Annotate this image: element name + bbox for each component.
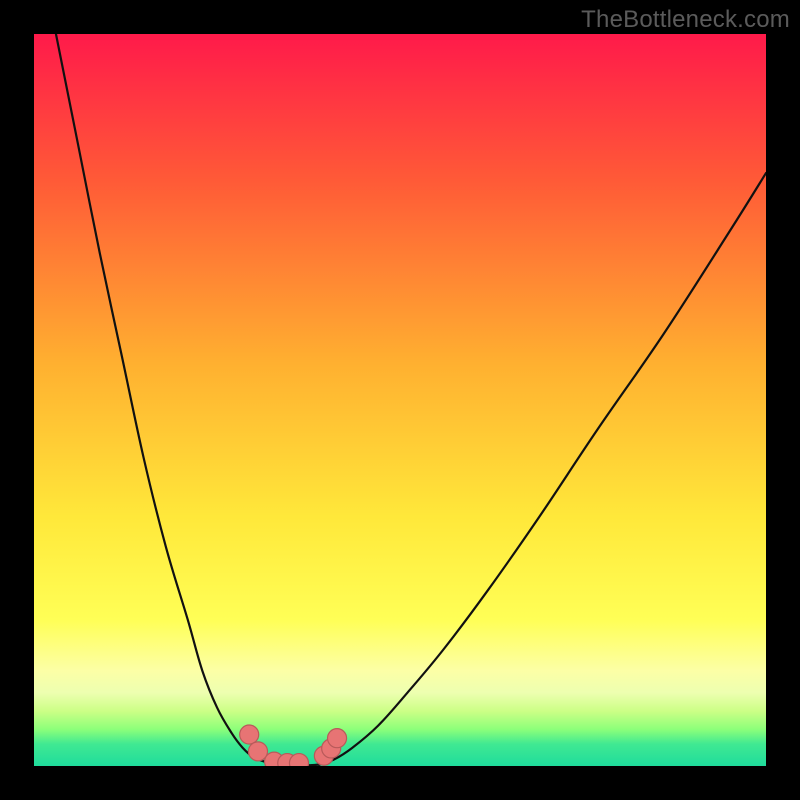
chart-frame: TheBottleneck.com: [0, 0, 800, 800]
bottleneck-curve: [56, 34, 766, 765]
curve-marker: [328, 729, 347, 748]
curve-markers: [240, 725, 347, 766]
curve-marker: [240, 725, 259, 744]
watermark-text: TheBottleneck.com: [581, 6, 790, 34]
plot-area: [34, 34, 766, 766]
curve-layer: [34, 34, 766, 766]
